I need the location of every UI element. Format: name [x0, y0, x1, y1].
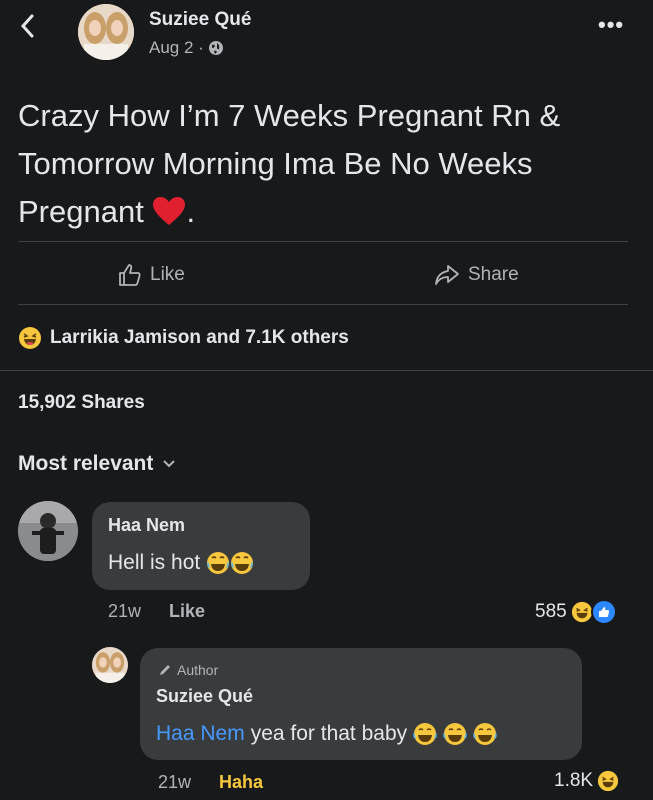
- post-text-end: .: [186, 194, 196, 229]
- comment-text: Hell is hot: [108, 550, 256, 576]
- like-button-label: Like: [150, 264, 185, 285]
- reply-text-body: yea for that baby: [250, 722, 408, 745]
- avatar-image: [18, 501, 78, 561]
- avatar-image: [92, 647, 128, 683]
- commenter-avatar[interactable]: [18, 501, 78, 561]
- comment-sort-dropdown[interactable]: Most relevant: [18, 452, 176, 476]
- comment-text-body: Hell is hot: [108, 551, 201, 574]
- comment-like-button[interactable]: Like: [169, 601, 205, 622]
- reply-author-name[interactable]: Suziee Qué: [156, 686, 253, 707]
- reaction-summary[interactable]: Larrikia Jamison and 7.1K others: [18, 326, 349, 350]
- reaction-count-value: 1.8K: [554, 770, 594, 791]
- share-button[interactable]: Share: [434, 258, 519, 292]
- like-thumb-icon: [119, 264, 141, 286]
- post-text: Crazy How I’m 7 Weeks Pregnant Rn & Tomo…: [18, 92, 638, 236]
- share-button-label: Share: [468, 264, 519, 285]
- crying-laughing-emoji-icon: [207, 552, 254, 574]
- back-icon: [20, 14, 34, 38]
- comment-author-name[interactable]: Haa Nem: [108, 515, 185, 536]
- divider: [18, 241, 628, 242]
- post-author-name[interactable]: Suziee Qué: [149, 9, 251, 31]
- avatar-image: [78, 4, 134, 60]
- like-reaction-icon: [590, 599, 617, 625]
- post-meta: Aug 2 ·: [149, 38, 224, 58]
- reaction-summary-text: Larrikia Jamison and 7.1K others: [50, 327, 349, 348]
- author-badge: Author: [158, 662, 218, 678]
- globe-icon: [208, 41, 223, 55]
- divider: [0, 370, 653, 371]
- like-button[interactable]: Like: [118, 258, 185, 292]
- share-arrow-icon: [435, 265, 459, 285]
- post-text-body: Crazy How I’m 7 Weeks Pregnant Rn & Tomo…: [18, 98, 561, 229]
- sort-label: Most relevant: [18, 452, 154, 475]
- comment-time: 21w: [108, 601, 142, 621]
- pencil-icon: [160, 665, 170, 675]
- author-avatar[interactable]: [78, 4, 134, 60]
- mention-link[interactable]: Haa Nem: [156, 722, 245, 746]
- reply-meta: 21w Haha: [158, 772, 263, 793]
- chevron-down-icon: [163, 460, 176, 468]
- crying-laughing-emoji-icon: [413, 723, 497, 745]
- share-count[interactable]: 15,902 Shares: [18, 392, 145, 414]
- reply-haha-button[interactable]: Haha: [219, 772, 263, 793]
- reply-reaction-count[interactable]: 1.8K: [554, 770, 619, 792]
- haha-emoji-icon: [19, 327, 41, 349]
- reply-author-avatar[interactable]: [92, 647, 128, 683]
- back-button[interactable]: [20, 14, 34, 44]
- reply-bubble: Author Suziee Qué Haa Nem yea for that b…: [140, 648, 582, 760]
- reply-time: 21w: [158, 772, 192, 792]
- reply-text: Haa Nem yea for that baby: [156, 722, 501, 746]
- author-badge-label: Author: [177, 662, 219, 678]
- more-icon: •••: [598, 12, 625, 37]
- post-date: Aug 2 ·: [149, 38, 204, 57]
- more-options-button[interactable]: •••: [598, 12, 624, 38]
- divider: [18, 304, 628, 305]
- comment-reaction-count[interactable]: 585: [535, 599, 617, 625]
- comment-bubble: Haa Nem Hell is hot: [92, 502, 310, 590]
- haha-emoji-icon: [571, 601, 592, 623]
- reaction-count-value: 585: [535, 601, 567, 622]
- red-heart-icon: [153, 197, 186, 225]
- comment-meta: 21w Like: [108, 601, 205, 622]
- haha-emoji-icon: [598, 770, 619, 792]
